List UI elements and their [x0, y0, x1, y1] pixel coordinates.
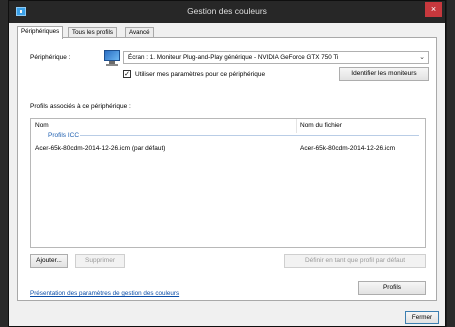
monitor-icon — [103, 50, 121, 66]
window-title: Gestion des couleurs — [187, 6, 267, 16]
title-bar[interactable]: Gestion des couleurs × — [9, 1, 445, 23]
profiles-list[interactable]: Nom Nom du fichier Profils ICC Acer-65k-… — [30, 118, 426, 248]
close-window-button[interactable]: × — [425, 2, 442, 17]
desktop-right-edge — [447, 0, 455, 327]
device-select[interactable]: Écran : 1. Moniteur Plug-and-Play généri… — [123, 51, 429, 64]
profile-file-cell: Acer-65k-80cdm-2014-12-26.icm — [300, 145, 396, 152]
tab-peripheriques[interactable]: Périphériques — [17, 26, 64, 39]
profiles-button[interactable]: Profils — [358, 281, 426, 295]
device-select-value: Écran : 1. Moniteur Plug-and-Play généri… — [128, 54, 339, 61]
color-management-window: Gestion des couleurs × Périphériques Tou… — [8, 0, 446, 327]
identify-monitors-button[interactable]: Identifier les moniteurs — [339, 67, 429, 81]
use-settings-label: Utiliser mes paramètres pour ce périphér… — [135, 71, 266, 78]
column-header-name[interactable]: Nom — [35, 122, 49, 129]
chevron-down-icon: ⌄ — [419, 54, 425, 61]
add-profile-button[interactable]: Ajouter... — [30, 254, 68, 268]
profile-name-cell: Acer-65k-80cdm-2014-12-26.icm (par défau… — [35, 145, 166, 152]
close-button[interactable]: Fermer — [405, 311, 439, 324]
use-settings-checkbox[interactable]: ✓ — [123, 70, 131, 78]
set-default-profile-button[interactable]: Définir en tant que profil par défaut — [284, 254, 426, 268]
remove-profile-button[interactable]: Supprimer — [75, 254, 125, 268]
close-icon: × — [430, 4, 437, 14]
column-separator — [296, 119, 297, 133]
group-divider — [80, 135, 419, 136]
color-settings-overview-link[interactable]: Présentation des paramètres de gestion d… — [30, 290, 179, 297]
profiles-section-label: Profils associés à ce périphérique : — [30, 103, 131, 110]
desktop-left-edge — [0, 0, 8, 327]
group-header-icc: Profils ICC — [48, 132, 80, 139]
column-header-filename[interactable]: Nom du fichier — [300, 122, 342, 129]
device-label: Périphérique : — [30, 54, 71, 61]
devices-panel: Périphérique : Écran : 1. Moniteur Plug-… — [17, 37, 437, 301]
